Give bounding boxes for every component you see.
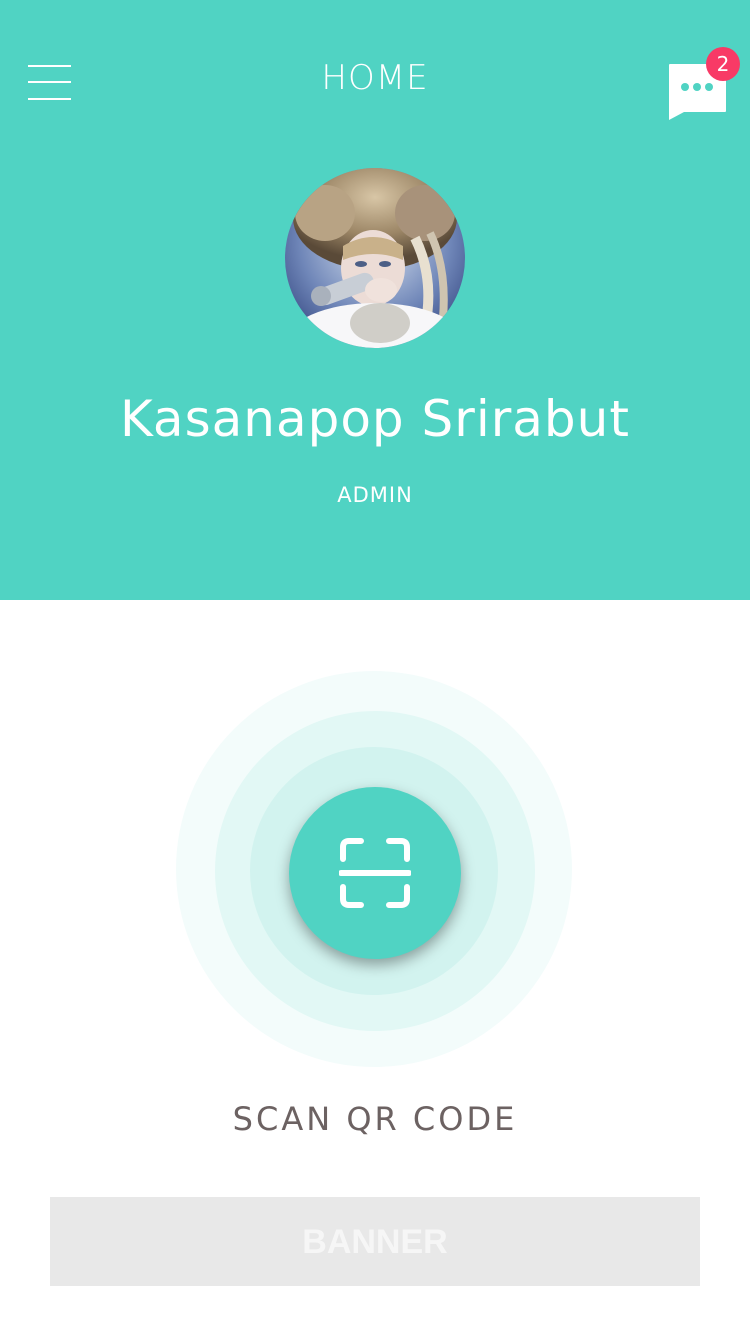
profile-header: HOME 2 Kasanapop Srirabut ADMIN: [0, 0, 750, 600]
page-title: HOME: [321, 58, 429, 98]
banner-label: BANNER: [302, 1223, 448, 1261]
menu-line: [28, 98, 71, 100]
scan-qr-button[interactable]: [289, 787, 461, 959]
scan-qr-label: SCAN QR CODE: [232, 1100, 518, 1138]
notification-badge: 2: [706, 47, 740, 81]
user-name: Kasanapop Srirabut: [120, 390, 630, 448]
banner[interactable]: BANNER: [50, 1197, 700, 1286]
qr-scan-icon: [339, 837, 411, 909]
avatar[interactable]: [285, 168, 465, 348]
user-role: ADMIN: [337, 483, 413, 507]
